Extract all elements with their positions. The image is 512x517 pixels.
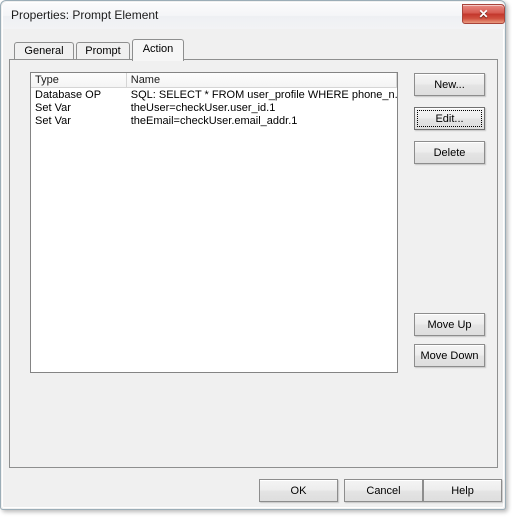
move-up-button[interactable]: Move Up [414, 313, 485, 336]
new-button[interactable]: New... [414, 73, 485, 96]
list-body: Database OP SQL: SELECT * FROM user_prof… [31, 88, 397, 127]
table-row[interactable]: Set Var theEmail=checkUser.email_addr.1 [31, 114, 397, 127]
close-icon: ✕ [478, 7, 489, 21]
ok-button[interactable]: OK [259, 479, 338, 502]
cell-name: SQL: SELECT * FROM user_profile WHERE ph… [130, 88, 397, 101]
window-title: Properties: Prompt Element [11, 8, 159, 22]
properties-dialog: Properties: Prompt Element ✕ General Pro… [0, 0, 506, 510]
edit-button-label: Edit... [435, 112, 464, 125]
cell-type: Set Var [35, 101, 71, 114]
tab-action[interactable]: Action [132, 39, 184, 61]
cancel-button[interactable]: Cancel [344, 479, 423, 502]
move-down-button[interactable]: Move Down [414, 344, 485, 367]
table-row[interactable]: Set Var theUser=checkUser.user_id.1 [31, 101, 397, 114]
tab-prompt[interactable]: Prompt [76, 42, 130, 60]
cell-name: theEmail=checkUser.email_addr.1 [130, 114, 298, 127]
cell-name: theUser=checkUser.user_id.1 [130, 101, 276, 114]
cell-type: Database OP [35, 88, 102, 101]
action-list[interactable]: Type Name Database OP SQL: SELECT * FROM… [30, 72, 398, 373]
table-row[interactable]: Database OP SQL: SELECT * FROM user_prof… [31, 88, 397, 101]
close-button[interactable]: ✕ [462, 4, 505, 24]
help-button[interactable]: Help [423, 479, 502, 502]
title-bar[interactable]: Properties: Prompt Element ✕ [3, 3, 505, 29]
delete-button[interactable]: Delete [414, 141, 485, 164]
column-header-type[interactable]: Type [31, 73, 127, 88]
column-header-name[interactable]: Name [126, 73, 397, 88]
edit-button[interactable]: Edit... [414, 107, 485, 130]
tab-general[interactable]: General [14, 42, 74, 60]
cell-type: Set Var [35, 114, 71, 127]
list-header-row: Type Name [31, 73, 397, 88]
